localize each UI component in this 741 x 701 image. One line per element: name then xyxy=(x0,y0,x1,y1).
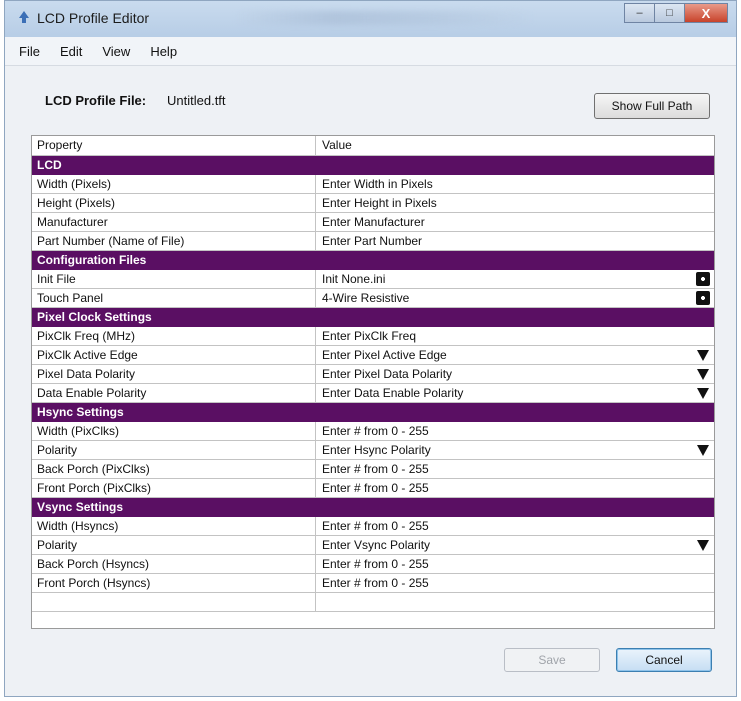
show-full-path-button[interactable]: Show Full Path xyxy=(594,93,710,119)
column-header-property: Property xyxy=(32,136,316,155)
property-name: Part Number (Name of File) xyxy=(32,232,316,250)
property-row[interactable]: Width (Hsyncs) Enter # from 0 - 255 xyxy=(32,517,714,536)
property-row[interactable]: Front Porch (PixClks) Enter # from 0 - 25… xyxy=(32,479,714,498)
property-value[interactable]: Enter Pixel Data Polarity xyxy=(316,365,714,383)
property-value[interactable]: Enter Hsync Polarity xyxy=(316,441,714,459)
property-name: Pixel Data Polarity xyxy=(32,365,316,383)
category-label: Hsync Settings xyxy=(37,405,124,419)
property-row[interactable]: Back Porch (Hsyncs) Enter # from 0 - 255 xyxy=(32,555,714,574)
property-row[interactable]: Width (PixClks) Enter # from 0 - 255 xyxy=(32,422,714,441)
cancel-button[interactable]: Cancel xyxy=(616,648,712,672)
property-name: Manufacturer xyxy=(32,213,316,231)
property-row[interactable]: Height (Pixels) Enter Height in Pixels xyxy=(32,194,714,213)
property-row[interactable]: Polarity Enter Hsync Polarity xyxy=(32,441,714,460)
lcd-profile-editor-window: LCD Profile Editor – □ X File Edit View Hel… xyxy=(4,0,737,697)
window-controls: – □ X xyxy=(624,3,728,23)
browse-icon[interactable] xyxy=(696,291,710,305)
empty-cell xyxy=(32,593,316,611)
menu-help[interactable]: Help xyxy=(150,44,177,59)
property-value[interactable]: Enter Width in Pixels xyxy=(316,175,714,193)
menu-edit[interactable]: Edit xyxy=(60,44,82,59)
property-name: Height (Pixels) xyxy=(32,194,316,212)
property-row[interactable]: Manufacturer Enter Manufacturer xyxy=(32,213,714,232)
category-row: Vsync Settings xyxy=(32,498,714,517)
property-name: Polarity xyxy=(32,441,316,459)
property-row[interactable]: Width (Pixels) Enter Width in Pixels xyxy=(32,175,714,194)
category-row: Hsync Settings xyxy=(32,403,714,422)
maximize-button[interactable]: □ xyxy=(654,3,684,23)
property-value[interactable]: Enter Data Enable Polarity xyxy=(316,384,714,402)
property-name: Width (Hsyncs) xyxy=(32,517,316,535)
category-label: Pixel Clock Settings xyxy=(37,310,152,324)
property-value[interactable]: Enter # from 0 - 255 xyxy=(316,574,714,592)
empty-cell xyxy=(316,593,714,611)
dropdown-arrow-icon[interactable] xyxy=(697,540,709,551)
property-name: Polarity xyxy=(32,536,316,554)
category-label: Configuration Files xyxy=(37,253,147,267)
property-name: PixClk Active Edge xyxy=(32,346,316,364)
dropdown-arrow-icon[interactable] xyxy=(697,388,709,399)
minimize-button[interactable]: – xyxy=(624,3,654,23)
property-value[interactable]: Enter Manufacturer xyxy=(316,213,714,231)
property-name: Touch Panel xyxy=(32,289,316,307)
menu-view[interactable]: View xyxy=(102,44,130,59)
property-row[interactable]: Part Number (Name of File) Enter Part Num… xyxy=(32,232,714,251)
property-name: Back Porch (PixClks) xyxy=(32,460,316,478)
profile-file-name: Untitled.tft xyxy=(167,93,226,108)
property-value[interactable]: Init None.ini xyxy=(316,270,714,288)
property-name: Back Porch (Hsyncs) xyxy=(32,555,316,573)
category-label: Vsync Settings xyxy=(37,500,124,514)
property-row[interactable]: Front Porch (Hsyncs) Enter # from 0 - 255 xyxy=(32,574,714,593)
app-icon xyxy=(19,11,29,23)
property-value[interactable]: Enter # from 0 - 255 xyxy=(316,555,714,573)
category-row: Configuration Files xyxy=(32,251,714,270)
menu-file[interactable]: File xyxy=(19,44,40,59)
property-name: Width (Pixels) xyxy=(32,175,316,193)
property-name: PixClk Freq (MHz) xyxy=(32,327,316,345)
menu-bar: File Edit View Help xyxy=(5,37,736,66)
property-value[interactable]: Enter Pixel Active Edge xyxy=(316,346,714,364)
category-label: LCD xyxy=(37,158,62,172)
property-row[interactable]: Back Porch (PixClks) Enter # from 0 - 255 xyxy=(32,460,714,479)
property-row[interactable]: PixClk Freq (MHz) Enter PixClk Freq xyxy=(32,327,714,346)
title-blur xyxy=(235,11,535,25)
property-name: Width (PixClks) xyxy=(32,422,316,440)
category-row: LCD xyxy=(32,156,714,175)
property-value[interactable]: Enter PixClk Freq xyxy=(316,327,714,345)
category-row: Pixel Clock Settings xyxy=(32,308,714,327)
property-value[interactable]: Enter # from 0 - 255 xyxy=(316,422,714,440)
property-row[interactable]: Pixel Data Polarity Enter Pixel Data Pola… xyxy=(32,365,714,384)
profile-file-label: LCD Profile File: xyxy=(45,93,147,108)
title-bar[interactable]: LCD Profile Editor – □ X xyxy=(5,1,736,38)
property-row[interactable]: Data Enable Polarity Enter Data Enable Po… xyxy=(32,384,714,403)
window-title: LCD Profile Editor xyxy=(37,10,150,26)
property-name: Data Enable Polarity xyxy=(32,384,316,402)
property-value[interactable]: Enter # from 0 - 255 xyxy=(316,460,714,478)
property-row[interactable]: Init File Init None.ini xyxy=(32,270,714,289)
save-button[interactable]: Save xyxy=(504,648,600,672)
dropdown-arrow-icon[interactable] xyxy=(697,445,709,456)
property-row[interactable]: Touch Panel 4-Wire Resistive xyxy=(32,289,714,308)
dropdown-arrow-icon[interactable] xyxy=(697,369,709,380)
property-value[interactable]: Enter Vsync Polarity xyxy=(316,536,714,554)
column-header-value: Value xyxy=(322,138,352,152)
property-value[interactable]: 4-Wire Resistive xyxy=(316,289,714,307)
property-row[interactable]: PixClk Active Edge Enter Pixel Active Edg… xyxy=(32,346,714,365)
dropdown-arrow-icon[interactable] xyxy=(697,350,709,361)
property-name: Init File xyxy=(32,270,316,288)
browse-icon[interactable] xyxy=(696,272,710,286)
property-grid[interactable]: Property Value LCD Width (Pixels) Enter Widt… xyxy=(31,135,715,629)
property-value[interactable]: Enter Part Number xyxy=(316,232,714,250)
empty-row xyxy=(32,593,714,612)
property-value[interactable]: Enter # from 0 - 255 xyxy=(316,479,714,497)
property-row[interactable]: Polarity Enter Vsync Polarity xyxy=(32,536,714,555)
close-button[interactable]: X xyxy=(684,3,728,23)
grid-header: Property Value xyxy=(32,136,714,156)
property-value[interactable]: Enter Height in Pixels xyxy=(316,194,714,212)
property-name: Front Porch (PixClks) xyxy=(32,479,316,497)
property-value[interactable]: Enter # from 0 - 255 xyxy=(316,517,714,535)
property-name: Front Porch (Hsyncs) xyxy=(32,574,316,592)
